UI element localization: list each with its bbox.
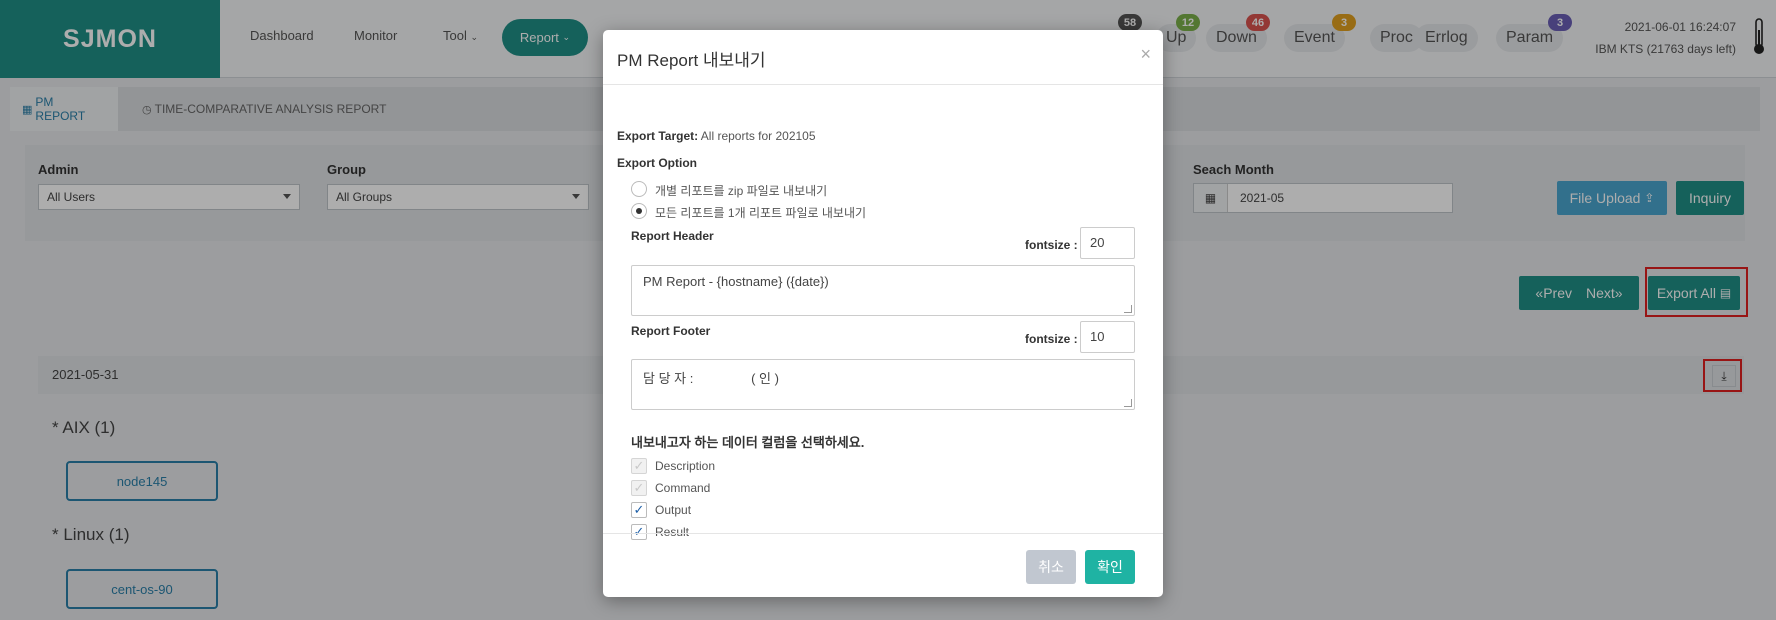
column-command-label: Command xyxy=(655,481,711,495)
columns-prompt: 내보내고자 하는 데이터 컬럼을 선택하세요. xyxy=(631,435,865,450)
pm-report-export-modal: PM Report 내보내기 × Export Target: All repo… xyxy=(603,30,1163,597)
footer-fontsize-input[interactable]: 10 xyxy=(1080,321,1135,353)
radio-zip[interactable] xyxy=(631,181,647,197)
modal-footer: 취소 확인 xyxy=(603,533,1163,597)
close-icon[interactable]: × xyxy=(1140,44,1151,65)
checkbox-command: ✓ xyxy=(631,480,647,496)
checkbox-output[interactable]: ✓ xyxy=(631,502,647,518)
report-header-textarea[interactable]: PM Report - {hostname} ({date}) xyxy=(631,265,1135,316)
report-header-label: Report Header xyxy=(631,229,714,243)
option-zip-label: 개별 리포트를 zip 파일로 내보내기 xyxy=(655,184,828,198)
resize-handle-icon[interactable] xyxy=(1124,399,1132,407)
export-target-value: All reports for 202105 xyxy=(700,129,816,143)
resize-handle-icon[interactable] xyxy=(1124,305,1132,313)
radio-single-file[interactable] xyxy=(631,203,647,219)
modal-header: PM Report 내보내기 × xyxy=(603,30,1163,85)
column-output-label: Output xyxy=(655,503,692,517)
report-footer-label: Report Footer xyxy=(631,324,711,338)
header-fontsize-input[interactable]: 20 xyxy=(1080,227,1135,259)
report-footer-text: 담 당 자 : ( 인 ) xyxy=(643,371,779,386)
footer-fontsize-label: fontsize : xyxy=(1025,332,1078,346)
export-target-label: Export Target: xyxy=(617,129,699,143)
option-single-label: 모든 리포트를 1개 리포트 파일로 내보내기 xyxy=(655,206,867,220)
cancel-button[interactable]: 취소 xyxy=(1026,550,1076,584)
export-option-label: Export Option xyxy=(617,156,697,170)
confirm-button[interactable]: 확인 xyxy=(1085,550,1135,584)
report-footer-textarea[interactable]: 담 당 자 : ( 인 ) xyxy=(631,359,1135,410)
export-target: Export Target: All reports for 202105 xyxy=(617,129,816,143)
report-header-text: PM Report - {hostname} ({date}) xyxy=(643,274,829,289)
column-description-label: Description xyxy=(655,459,716,473)
modal-title: PM Report 내보내기 xyxy=(617,51,766,70)
header-fontsize-label: fontsize : xyxy=(1025,238,1078,252)
checkbox-description: ✓ xyxy=(631,458,647,474)
